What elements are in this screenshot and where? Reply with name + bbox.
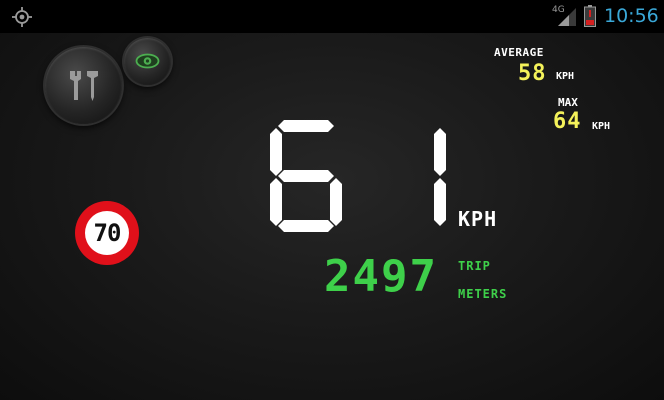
eye-icon [135, 53, 160, 69]
speed-digit-segment [434, 178, 446, 226]
speed-digit-segment [270, 178, 282, 226]
speedometer-screen: 4G 10:56 70 AVERAGE 58 KPH MAX 64 KPH KP… [0, 0, 664, 400]
max-speed-unit: KPH [592, 121, 611, 132]
speed-digit-segment [278, 170, 334, 182]
speed-digit-segment [330, 178, 342, 226]
speed-digit-segment [434, 128, 446, 176]
trip-distance-value: 2497 [324, 251, 438, 302]
current-speed-unit: KPH [458, 207, 498, 231]
average-speed-unit: KPH [556, 71, 575, 82]
speed-digit [270, 120, 342, 232]
average-label: AVERAGE [494, 46, 544, 59]
speed-digit [434, 128, 446, 226]
max-label: MAX [558, 96, 578, 109]
speed-digit-segment [278, 120, 334, 132]
settings-button[interactable] [45, 47, 122, 124]
signal-icon [558, 8, 576, 26]
trip-unit: METERS [458, 287, 508, 301]
gps-icon [12, 7, 32, 27]
speed-limit-value: 70 [93, 219, 122, 247]
hud-mode-button[interactable] [124, 38, 171, 85]
speed-digit-segment [278, 220, 334, 232]
speed-digit-segment [270, 128, 282, 176]
trip-label: TRIP [458, 259, 491, 273]
current-speed-display [270, 120, 446, 232]
status-bar: 4G 10:56 [0, 0, 664, 33]
tools-icon [70, 71, 98, 101]
max-speed-value: 64 [553, 109, 582, 134]
clock: 10:56 [604, 5, 659, 27]
average-speed-value: 58 [518, 61, 547, 86]
battery-icon [584, 5, 596, 27]
